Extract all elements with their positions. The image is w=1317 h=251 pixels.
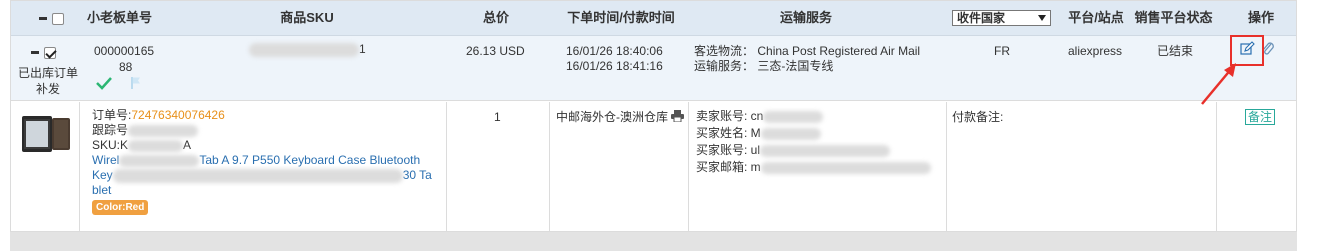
- note-cell: 备注: [1245, 109, 1276, 125]
- divider: [446, 102, 447, 231]
- divider: [549, 102, 550, 231]
- title-line2-end: 30 Ta: [402, 168, 432, 182]
- orders-table: 小老板单号 商品SKU 总价 下单时间/付款时间 运输服务 收件国家 平台/站点…: [10, 0, 1297, 232]
- blurred-buyer-account: [760, 144, 891, 157]
- shipping-info: 客选物流： China Post Registered Air Mail 运输服…: [694, 44, 920, 74]
- buyer-name: 买家姓名: M: [696, 126, 761, 140]
- blurred-seller: [763, 110, 824, 123]
- header-order-no[interactable]: 小老板单号: [87, 1, 177, 36]
- header-total[interactable]: 总价: [471, 1, 521, 36]
- buyer-account: 买家账号: ul: [696, 143, 761, 157]
- title-line2-start: Key: [92, 168, 113, 182]
- chevron-down-icon: [1038, 15, 1046, 21]
- order-no[interactable]: 000000165: [94, 44, 154, 59]
- warehouse-name: 中邮海外仓-澳洲仓库: [556, 110, 668, 125]
- check-icon: [96, 76, 112, 94]
- order-sub-no: 88: [119, 60, 133, 74]
- product-title-line1[interactable]: Wirel Tab A 9.7 P550 Keyboard Case Blueto…: [92, 153, 444, 168]
- header-platform: 平台/站点: [1068, 10, 1124, 25]
- note-button[interactable]: 备注: [1245, 109, 1276, 125]
- buyer-info: 卖家账号: cn 买家姓名: M 买家账号: ul 买家邮箱: m: [696, 108, 931, 176]
- blurred-buyer-name: [760, 127, 821, 140]
- order-time: 16/01/26 18:40:06: [566, 44, 663, 58]
- divider: [79, 102, 80, 231]
- order-list: 小老板单号 商品SKU 总价 下单时间/付款时间 运输服务 收件国家 平台/站点…: [0, 0, 1317, 251]
- blurred-sku: [249, 42, 359, 57]
- country-select-value: 收件国家: [957, 11, 1006, 25]
- service-value: 三态-法国专线: [757, 59, 834, 73]
- status-label-line2: 补发: [35, 82, 60, 96]
- blurred-title: [119, 154, 200, 167]
- title-line1-start: Wirel: [92, 153, 120, 167]
- annotation-arrow-icon: [1201, 63, 1236, 105]
- header-shipping: 运输服务: [779, 10, 832, 25]
- blurred-tracking: [128, 124, 199, 137]
- product-title-line2[interactable]: Key 30 Ta: [92, 168, 444, 183]
- sku-tail: 1: [359, 42, 366, 56]
- buyer-email: 买家邮箱: m: [696, 160, 761, 174]
- status-label-line1: 已出库订单: [17, 66, 78, 80]
- divider: [688, 102, 689, 231]
- sku-cell: 1: [249, 42, 366, 57]
- item-order-no-value[interactable]: 72476340076426: [131, 108, 224, 122]
- header-sku: 商品SKU: [280, 10, 334, 25]
- order-total: 26.13 USD: [466, 44, 525, 58]
- item-detail-row: 订单号:72476340076426 跟踪号 SKU:K A Wirel Tab A…: [11, 102, 1296, 231]
- country-value: FR: [994, 44, 1010, 58]
- logistics-label: 客选物流：: [694, 44, 755, 58]
- footer-bar: [10, 232, 1297, 251]
- payment-note-label: 付款备注:: [952, 110, 1004, 124]
- item-sku-label: SKU:K: [92, 138, 129, 152]
- country-select[interactable]: 收件国家: [952, 10, 1051, 26]
- item-order-no-label: 订单号:: [92, 108, 132, 122]
- item-sku-tail: A: [183, 138, 192, 152]
- warehouse-cell: 中邮海外仓-澳洲仓库: [556, 110, 685, 126]
- select-all-cell: [31, 1, 71, 36]
- seller-account: 卖家账号: cn: [696, 109, 764, 123]
- title-line1-end: Tab A 9.7 P550 Keyboard Case Bluetooth: [199, 153, 421, 167]
- header-action: 操作: [1247, 10, 1274, 25]
- item-info: 订单号:72476340076426 跟踪号 SKU:K A Wirel Tab A…: [92, 108, 444, 215]
- sales-status-value: 已结束: [1157, 44, 1194, 58]
- service-label: 运输服务：: [694, 59, 755, 73]
- blurred-buyer-email: [760, 161, 931, 174]
- divider: [1216, 102, 1217, 231]
- collapse-all-icon[interactable]: [38, 17, 47, 21]
- product-thumbnail[interactable]: [16, 114, 74, 158]
- row-select-cell: [31, 45, 56, 60]
- print-icon[interactable]: [671, 110, 685, 126]
- row-checkbox[interactable]: [44, 46, 56, 59]
- logistics-value: China Post Registered Air Mail: [757, 44, 921, 58]
- blurred-title: [112, 168, 403, 183]
- table-header: 小老板单号 商品SKU 总价 下单时间/付款时间 运输服务 收件国家 平台/站点…: [11, 1, 1296, 36]
- select-all-checkbox[interactable]: [51, 12, 64, 25]
- order-times: 16/01/26 18:40:06 16/01/26 18:41:16: [566, 44, 663, 74]
- tracking-label: 跟踪号: [92, 123, 129, 137]
- order-status-label: 已出库订单 补发: [17, 65, 79, 97]
- header-time[interactable]: 下单时间/付款时间: [556, 1, 686, 36]
- item-quantity: 1: [494, 110, 501, 124]
- variant-tag: Color:Red: [92, 200, 149, 215]
- order-row[interactable]: 已出库订单 补发 000000165 88 1 26.13 USD 16/01/…: [11, 36, 1296, 101]
- divider: [946, 102, 947, 231]
- platform-value: aliexpress: [1068, 44, 1123, 58]
- collapse-row-icon[interactable]: [31, 51, 39, 55]
- pay-time: 16/01/26 18:41:16: [566, 59, 663, 73]
- product-title-line3[interactable]: blet: [92, 183, 444, 198]
- header-sales-status: 销售平台状态: [1134, 10, 1213, 25]
- flag-icon[interactable]: [130, 76, 142, 94]
- blurred-item-sku: [128, 139, 184, 152]
